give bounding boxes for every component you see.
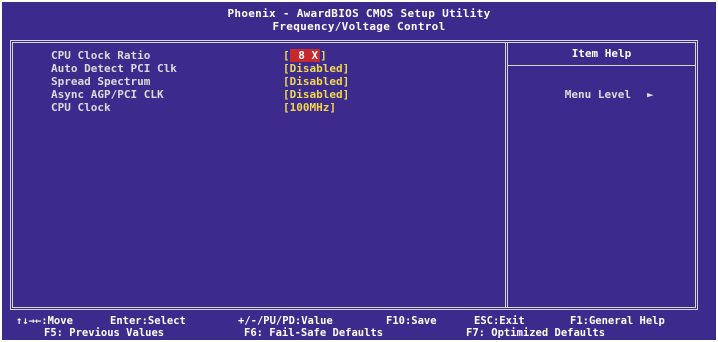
setting-row-async-agp-pci-clk[interactable]: Async AGP/PCI CLK [Disabled] [51, 88, 349, 101]
setting-value[interactable]: [Disabled] [283, 62, 349, 75]
key-hint-optimized-defaults: F7: Optimized Defaults [466, 327, 606, 339]
key-hint-exit: ESC:Exit [474, 315, 525, 327]
help-header-divider [508, 65, 695, 66]
setting-value[interactable]: [Disabled] [283, 75, 349, 88]
bracket-open: [ [283, 49, 290, 62]
key-hint-move: ↑↓→←:Move [16, 315, 73, 327]
item-help-title: Item Help [571, 47, 632, 60]
main-frame: CPU Clock Ratio [ 8 X] Auto Detect PCI C… [10, 40, 698, 310]
item-help-body: Menu Level ► [525, 75, 654, 114]
key-help-footer: ↑↓→←:Move Enter:Select +/-/PU/PD:Value F… [16, 315, 716, 339]
page-title: Frequency/Voltage Control [272, 20, 446, 33]
key-hint-fail-safe-defaults: F6: Fail-Safe Defaults [244, 327, 384, 339]
title-area: Phoenix - AwardBIOS CMOS Setup Utility F… [2, 2, 716, 38]
menu-level-label: Menu Level [564, 88, 631, 101]
key-hint-select: Enter:Select [110, 315, 186, 327]
setting-value[interactable]: [Disabled] [283, 88, 349, 101]
key-hint-value: +/-/PU/PD:Value [238, 315, 333, 327]
setting-label: Spread Spectrum [51, 75, 151, 88]
panel-divider [505, 43, 508, 307]
key-hint-previous-values: F5: Previous Values [44, 327, 165, 339]
setting-row-cpu-clock-ratio[interactable]: CPU Clock Ratio [ 8 X] [51, 49, 349, 62]
right-triangle-icon: ► [646, 88, 654, 101]
setting-row-cpu-clock[interactable]: CPU Clock [100MHz] [51, 101, 349, 114]
setting-label: Auto Detect PCI Clk [51, 62, 177, 75]
setting-label: CPU Clock [51, 101, 111, 114]
setting-label: Async AGP/PCI CLK [51, 88, 164, 101]
bios-screen: Phoenix - AwardBIOS CMOS Setup Utility F… [2, 2, 716, 340]
selected-value[interactable]: 8 X [289, 49, 321, 62]
settings-list: CPU Clock Ratio [ 8 X] Auto Detect PCI C… [51, 49, 349, 114]
key-hint-general-help: F1:General Help [570, 315, 665, 327]
footer-line-1: ↑↓→←:Move Enter:Select +/-/PU/PD:Value F… [16, 315, 716, 327]
setting-row-auto-detect-pci-clk[interactable]: Auto Detect PCI Clk [Disabled] [51, 62, 349, 75]
key-hint-save: F10:Save [386, 315, 437, 327]
app-title: Phoenix - AwardBIOS CMOS Setup Utility [227, 7, 491, 20]
setting-value[interactable]: [100MHz] [283, 101, 336, 114]
setting-value[interactable]: [ 8 X] [283, 49, 327, 62]
setting-label: CPU Clock Ratio [51, 49, 151, 62]
setting-row-spread-spectrum[interactable]: Spread Spectrum [Disabled] [51, 75, 349, 88]
footer-line-2: F5: Previous Values F6: Fail-Safe Defaul… [16, 327, 716, 339]
bracket-close: ] [320, 49, 327, 62]
